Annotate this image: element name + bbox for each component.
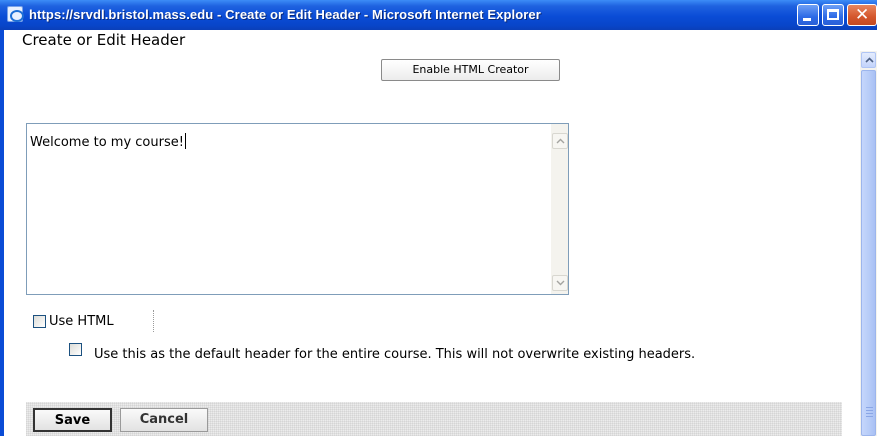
page-scrollbar[interactable] xyxy=(860,51,877,436)
scroll-up-arrow-icon xyxy=(865,57,874,63)
scroll-up-arrow-icon xyxy=(556,138,565,144)
minimize-button[interactable] xyxy=(797,4,819,26)
maximize-button[interactable] xyxy=(822,4,844,26)
use-html-label[interactable]: Use HTML xyxy=(49,314,114,329)
default-header-label[interactable]: Use this as the default header for the e… xyxy=(49,343,849,366)
header-text-editor[interactable]: Welcome to my course! xyxy=(26,123,569,295)
scroll-grip-icon xyxy=(866,407,873,417)
editor-scrollbar[interactable] xyxy=(551,124,568,294)
ie-page-icon[interactable] xyxy=(7,6,24,22)
page-title: Create or Edit Header xyxy=(22,31,186,49)
close-icon: ✕ xyxy=(855,5,870,25)
scroll-down-arrow-icon xyxy=(556,280,565,286)
page-scroll-up-button[interactable] xyxy=(861,52,876,68)
use-html-checkbox[interactable] xyxy=(33,315,46,328)
close-button[interactable]: ✕ xyxy=(847,4,877,26)
save-button[interactable]: Save xyxy=(33,408,112,432)
editor-scroll-down-button[interactable] xyxy=(552,275,568,291)
minimize-icon xyxy=(803,18,811,21)
window-title-bar[interactable]: https://srvdl.bristol.mass.edu - Create … xyxy=(0,0,877,30)
focus-outline-divider xyxy=(153,310,154,332)
maximize-icon xyxy=(827,9,839,20)
cancel-button[interactable]: Cancel xyxy=(120,408,208,432)
page-scroll-thumb[interactable] xyxy=(861,70,876,436)
editor-scroll-up-button[interactable] xyxy=(552,133,568,149)
enable-html-creator-button[interactable]: Enable HTML Creator xyxy=(381,59,560,81)
window-title: https://srvdl.bristol.mass.edu - Create … xyxy=(29,7,541,22)
text-caret xyxy=(184,133,186,149)
editor-text[interactable]: Welcome to my course! xyxy=(30,133,186,150)
editor-value: Welcome to my course! xyxy=(30,135,184,150)
